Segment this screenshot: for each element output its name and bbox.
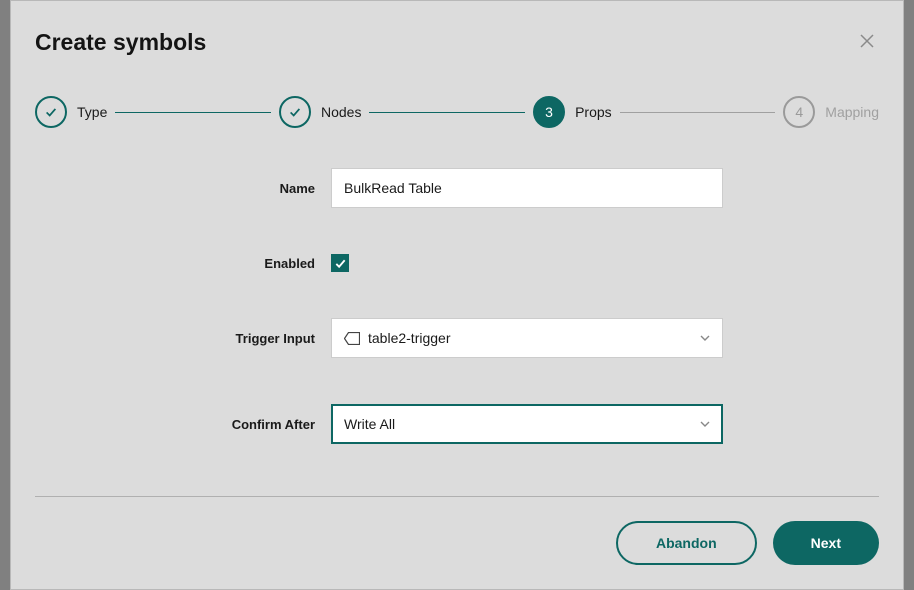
modal-footer: Abandon Next <box>11 497 903 589</box>
enabled-checkbox[interactable] <box>331 254 349 272</box>
confirm-row: Confirm After Write All <box>11 404 903 444</box>
modal-title: Create symbols <box>35 29 206 56</box>
checkmark-icon <box>279 96 311 128</box>
step-label: Props <box>575 104 612 120</box>
step-label: Nodes <box>321 104 361 120</box>
confirm-select[interactable]: Write All <box>331 404 723 444</box>
confirm-value: Write All <box>344 416 395 432</box>
chevron-down-icon <box>700 332 710 344</box>
step-number: 3 <box>533 96 565 128</box>
enabled-row: Enabled <box>11 254 903 272</box>
select-value-wrap: table2-trigger <box>344 330 451 346</box>
select-value-wrap: Write All <box>344 416 395 432</box>
step-mapping[interactable]: 4 Mapping <box>783 96 879 128</box>
enabled-label: Enabled <box>11 256 331 271</box>
tag-icon <box>344 332 360 345</box>
step-label: Mapping <box>825 104 879 120</box>
step-label: Type <box>77 104 107 120</box>
name-input[interactable] <box>331 168 723 208</box>
step-props[interactable]: 3 Props <box>533 96 612 128</box>
checkmark-icon <box>35 96 67 128</box>
trigger-row: Trigger Input table2-trigger <box>11 318 903 358</box>
next-button[interactable]: Next <box>773 521 879 565</box>
create-symbols-modal: Create symbols Type Nodes 3 Props <box>10 0 904 590</box>
name-label: Name <box>11 181 331 196</box>
name-row: Name <box>11 168 903 208</box>
trigger-value: table2-trigger <box>368 330 451 346</box>
modal-header: Create symbols <box>11 1 903 56</box>
trigger-select[interactable]: table2-trigger <box>331 318 723 358</box>
form-area: Name Enabled Trigger Input table2-trigge… <box>11 128 903 496</box>
step-connector <box>620 112 776 113</box>
close-icon <box>860 34 874 48</box>
confirm-label: Confirm After <box>11 417 331 432</box>
step-number: 4 <box>783 96 815 128</box>
checkmark-icon <box>334 257 347 270</box>
step-nodes[interactable]: Nodes <box>279 96 361 128</box>
step-type[interactable]: Type <box>35 96 107 128</box>
close-button[interactable] <box>855 29 879 53</box>
chevron-down-icon <box>700 418 710 430</box>
abandon-button[interactable]: Abandon <box>616 521 757 565</box>
step-connector <box>115 112 271 113</box>
step-connector <box>369 112 525 113</box>
stepper: Type Nodes 3 Props 4 Mapping <box>11 56 903 128</box>
trigger-label: Trigger Input <box>11 331 331 346</box>
